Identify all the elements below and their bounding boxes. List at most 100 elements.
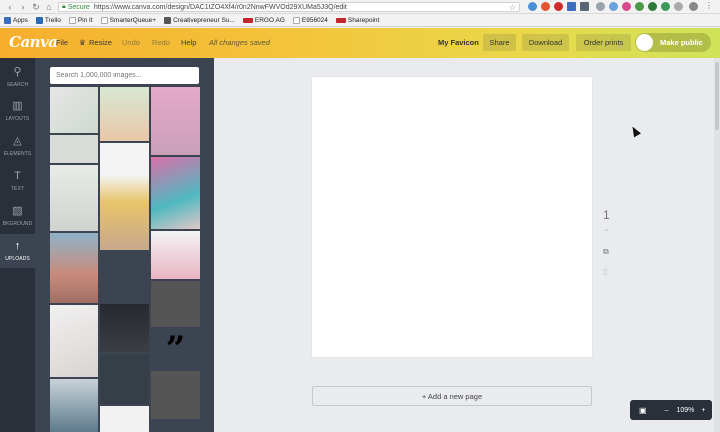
- bookmark-creativepreneur[interactable]: Creativepreneur Su...: [164, 16, 235, 24]
- lock-icon: 🔒︎: [62, 3, 66, 10]
- upload-icon: ↑: [14, 239, 21, 252]
- extension-icon[interactable]: [609, 2, 618, 11]
- creativepreneur-icon: [164, 16, 172, 24]
- uploaded-image[interactable]: [100, 406, 149, 432]
- save-status: All changes saved: [209, 38, 270, 47]
- design-title[interactable]: My Favicon: [438, 38, 479, 47]
- zoom-level[interactable]: 109%: [676, 407, 694, 414]
- present-icon[interactable]: ▣: [639, 406, 647, 415]
- url-text: https://www.canva.com/design/DAC1tZO4Xf4…: [93, 3, 347, 11]
- extension-icon[interactable]: [635, 2, 644, 11]
- uploaded-image[interactable]: [151, 231, 200, 279]
- sidebar-item-layouts[interactable]: ▥ LAYOUTS: [0, 94, 35, 128]
- forward-icon[interactable]: ›: [17, 1, 29, 13]
- file-menu[interactable]: File: [56, 38, 68, 47]
- uploaded-image[interactable]: [100, 143, 149, 250]
- elements-icon: ◬: [13, 134, 22, 147]
- order-prints-button[interactable]: Order prints: [576, 34, 631, 51]
- download-button[interactable]: Download: [522, 34, 569, 51]
- toggle-knob: [636, 34, 653, 51]
- canva-top-bar: Canva File ♛ Resize Undo Redo Help All c…: [0, 28, 720, 58]
- extension-icon[interactable]: [541, 2, 550, 11]
- layouts-icon: ▥: [12, 99, 23, 112]
- share-button[interactable]: Share: [483, 34, 516, 51]
- page-icon: [100, 16, 108, 24]
- resize-menu[interactable]: Resize: [89, 38, 112, 47]
- uploaded-image[interactable]: [50, 87, 98, 133]
- bookmark-ergo[interactable]: ERGO AG: [242, 17, 285, 24]
- pinterest-icon[interactable]: [554, 2, 563, 11]
- page-number: 1: [603, 208, 610, 222]
- uploaded-image[interactable]: [50, 165, 98, 231]
- uploaded-image[interactable]: [100, 87, 149, 141]
- bookmark-smarterqueue[interactable]: SmarterQueue+: [100, 16, 156, 24]
- help-menu[interactable]: Help: [181, 38, 196, 47]
- bookmark-pin-it[interactable]: Pin It: [68, 16, 93, 24]
- quote-mark-graphic[interactable]: ”: [151, 329, 200, 369]
- bookmark-star-icon[interactable]: ☆: [509, 3, 516, 12]
- extension-icon[interactable]: [674, 2, 683, 11]
- text-icon: T: [14, 169, 21, 182]
- zoom-control: ▣ – 109% +: [630, 400, 712, 420]
- menu-kebab-icon[interactable]: ⋮: [705, 1, 713, 10]
- workspace-scrollbar[interactable]: [714, 58, 720, 432]
- bookmark-sharepoint[interactable]: Sharepoint: [335, 17, 379, 24]
- back-icon[interactable]: ‹: [4, 1, 16, 13]
- search-icon: ⚲: [13, 65, 22, 78]
- bookmark-e956024[interactable]: E956024: [292, 16, 328, 24]
- bookmarks-bar: Apps Trello Pin It SmarterQueue+ Creativ…: [0, 14, 720, 27]
- canva-logo[interactable]: Canva: [9, 33, 58, 51]
- extension-icon[interactable]: [648, 2, 657, 11]
- uploaded-image[interactable]: [100, 354, 149, 404]
- uploaded-image[interactable]: [50, 379, 98, 432]
- uploaded-image[interactable]: [151, 157, 200, 229]
- secure-label: Secure: [67, 3, 90, 11]
- uploaded-image[interactable]: [50, 305, 98, 377]
- extension-icon[interactable]: [528, 2, 537, 11]
- uploaded-image[interactable]: [100, 304, 149, 352]
- move-up-icon[interactable]: ⌃: [603, 228, 610, 237]
- make-public-label: Make public: [660, 38, 703, 47]
- bookmark-trello[interactable]: Trello: [35, 16, 61, 24]
- redo-button[interactable]: Redo: [152, 38, 170, 47]
- page-icon: [68, 16, 76, 24]
- sidebar-item-text[interactable]: T TEXT: [0, 164, 35, 198]
- sidebar-item-elements[interactable]: ◬ ELEMENTS: [0, 129, 35, 163]
- browser-address-bar: ‹ › ↻ ⌂ 🔒︎ Secure https://www.canva.com/…: [0, 0, 720, 14]
- page-icon: [292, 16, 300, 24]
- sidebar-item-search[interactable]: ⚲ SEARCH: [0, 60, 35, 94]
- extension-icon[interactable]: [580, 2, 589, 11]
- home-icon[interactable]: ⌂: [43, 1, 55, 13]
- uploaded-image[interactable]: [151, 87, 200, 155]
- reload-icon[interactable]: ↻: [30, 1, 42, 13]
- scrollbar-thumb[interactable]: [715, 62, 719, 130]
- design-workspace: 1 ⌃ ⧉ ▯ + Add a new page ▣ – 109% +: [214, 58, 720, 432]
- uploaded-image[interactable]: [50, 135, 98, 163]
- extension-icon[interactable]: [661, 2, 670, 11]
- delete-page-icon[interactable]: ▯: [603, 267, 607, 276]
- uploaded-image[interactable]: [151, 281, 200, 327]
- profile-icon[interactable]: [689, 2, 698, 11]
- extension-icon[interactable]: [567, 2, 576, 11]
- trello-icon: [35, 16, 43, 24]
- uploaded-image[interactable]: [50, 233, 98, 303]
- uploaded-image[interactable]: [100, 252, 149, 302]
- make-public-toggle[interactable]: Make public: [635, 33, 711, 52]
- duplicate-page-icon[interactable]: ⧉: [603, 247, 609, 257]
- bookmark-apps[interactable]: Apps: [4, 16, 28, 24]
- image-search-input[interactable]: [50, 67, 199, 84]
- extension-icon[interactable]: [596, 2, 605, 11]
- ergo-icon: [242, 17, 253, 23]
- sidebar-item-uploads[interactable]: ↑ UPLOADS: [0, 234, 35, 268]
- uploaded-image[interactable]: [151, 371, 200, 419]
- url-field[interactable]: 🔒︎ Secure https://www.canva.com/design/D…: [58, 2, 520, 12]
- sidebar-item-background[interactable]: ▨ BKGROUND: [0, 199, 35, 233]
- zoom-out-button[interactable]: –: [665, 407, 669, 414]
- undo-button[interactable]: Undo: [122, 38, 140, 47]
- add-new-page-button[interactable]: + Add a new page: [312, 386, 592, 406]
- extension-icon[interactable]: [622, 2, 631, 11]
- ergo-icon: [335, 17, 346, 23]
- design-page[interactable]: [312, 77, 592, 357]
- zoom-in-button[interactable]: +: [701, 407, 705, 414]
- apps-grid-icon: [4, 16, 11, 24]
